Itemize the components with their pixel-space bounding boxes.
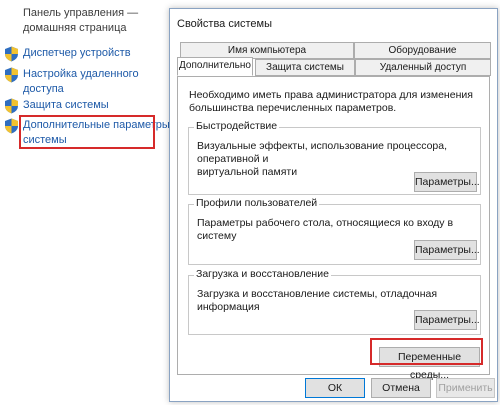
admin-note-line: Необходимо иметь права администратора дл… [189,89,473,101]
performance-settings-button[interactable]: Параметры... [414,172,480,192]
sidebar-item-label: Настройка удаленного [23,68,139,80]
home-link-line2: домашняя страница [23,22,127,34]
sidebar-item-remote-settings[interactable]: Настройка удаленного доступа [4,67,139,97]
sidebar-item-device-manager[interactable]: Диспетчер устройств [4,46,131,62]
sidebar-item-label: доступа [23,83,64,95]
startup-recovery-group: Загрузка и восстановление Загрузка и вос… [188,268,481,335]
user-profiles-group: Профили пользователей Параметры рабочего… [188,197,481,265]
admin-note-line: большинства перечисленных параметров. [189,102,397,114]
apply-button[interactable]: Применить [436,378,495,398]
red-highlight-box [19,115,155,149]
advanced-tab-panel: Необходимо иметь права администратора дл… [177,76,490,381]
startup-recovery-settings-button[interactable]: Параметры... [414,310,480,330]
red-highlight-box [370,338,483,365]
tab-hardware[interactable]: Оборудование [354,42,491,59]
uac-shield-icon [5,67,18,83]
tab-system-protection[interactable]: Защита системы [255,59,355,76]
sidebar-item-label: Защита системы [23,99,109,111]
dialog-title: Свойства системы [177,18,273,30]
performance-description-line: Визуальные эффекты, использование процес… [197,140,448,165]
user-profiles-settings-button[interactable]: Параметры... [414,240,480,260]
system-properties-dialog: Свойства системы Имя компьютера Оборудов… [169,8,498,402]
startup-recovery-group-title: Загрузка и восстановление [194,268,331,281]
tab-remote[interactable]: Удаленный доступ [355,59,491,76]
performance-group: Быстродействие Визуальные эффекты, испол… [188,120,481,195]
home-link-line1: Панель управления — [23,7,139,19]
admin-note: Необходимо иметь права администратора дл… [189,89,473,115]
ok-button[interactable]: ОК [305,378,365,398]
user-profiles-group-title: Профили пользователей [194,197,320,210]
uac-shield-icon [5,118,18,134]
uac-shield-icon [5,98,18,114]
uac-shield-icon [5,46,18,62]
sidebar-item-label: Диспетчер устройств [23,47,131,59]
performance-group-title: Быстродействие [194,120,280,133]
tab-advanced[interactable]: Дополнительно [177,57,253,76]
cancel-button[interactable]: Отмена [371,378,431,398]
control-panel-home-link[interactable]: Панель управления — домашняя страница [23,6,138,36]
sidebar-item-system-protection[interactable]: Защита системы [4,98,109,114]
